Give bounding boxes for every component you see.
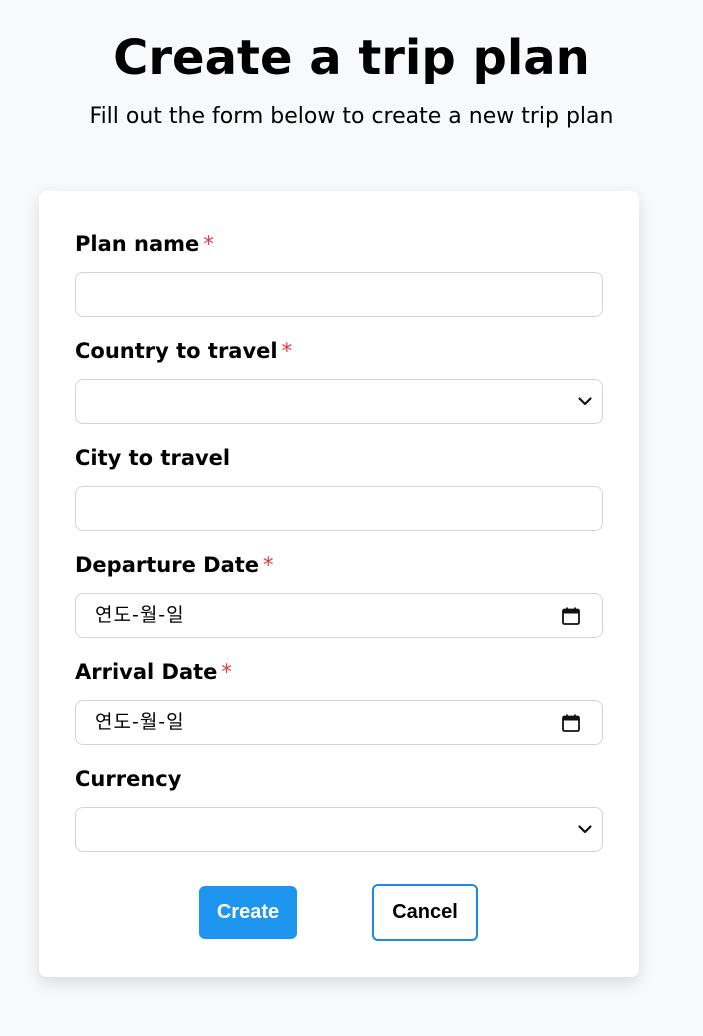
currency-select[interactable] [75,807,603,852]
chevron-down-icon [578,825,592,834]
currency-field: Currency [75,766,603,852]
city-input-wrapper [75,486,603,531]
required-marker: * [221,660,232,684]
city-label-text: City to travel [75,446,231,470]
departure-date-input[interactable]: 연도-월-일 [75,593,603,638]
calendar-icon[interactable] [561,606,581,626]
calendar-icon[interactable] [561,713,581,733]
chevron-down-icon [578,397,592,406]
required-marker: * [263,553,274,577]
arrival-date-placeholder: 연도-월-일 [95,711,185,733]
plan-name-input[interactable] [76,273,602,316]
country-label-text: Country to travel [75,339,278,363]
city-field: City to travel [75,445,603,531]
required-marker: * [281,339,293,363]
country-select[interactable] [75,379,603,424]
create-button[interactable]: Create [199,886,297,939]
plan-name-field: Plan name * [75,231,603,317]
plan-name-input-wrapper [75,272,603,317]
arrival-date-label: Arrival Date * [75,659,603,685]
currency-label-text: Currency [75,767,182,791]
departure-date-placeholder: 연도-월-일 [95,604,185,626]
plan-name-label: Plan name * [75,231,603,257]
plan-name-label-text: Plan name [75,232,200,256]
city-label: City to travel [75,445,603,471]
city-input[interactable] [76,487,602,530]
departure-date-label-text: Departure Date [75,553,260,577]
trip-plan-form-card: Plan name * Country to travel * City to tr… [39,191,639,977]
currency-label: Currency [75,766,603,792]
departure-date-field: Departure Date * 연도-월-일 [75,552,603,638]
arrival-date-label-text: Arrival Date [75,660,218,684]
cancel-button[interactable]: Cancel [372,884,478,941]
arrival-date-input[interactable]: 연도-월-일 [75,700,603,745]
required-marker: * [203,232,214,256]
arrival-date-field: Arrival Date * 연도-월-일 [75,659,603,745]
page-header: Create a trip plan Fill out the form bel… [0,0,703,132]
page-title: Create a trip plan [113,30,590,86]
country-field: Country to travel * [75,338,603,424]
page-subtitle: Fill out the form below to create a new … [89,104,614,129]
departure-date-label: Departure Date * [75,552,603,578]
country-label: Country to travel * [75,338,603,364]
